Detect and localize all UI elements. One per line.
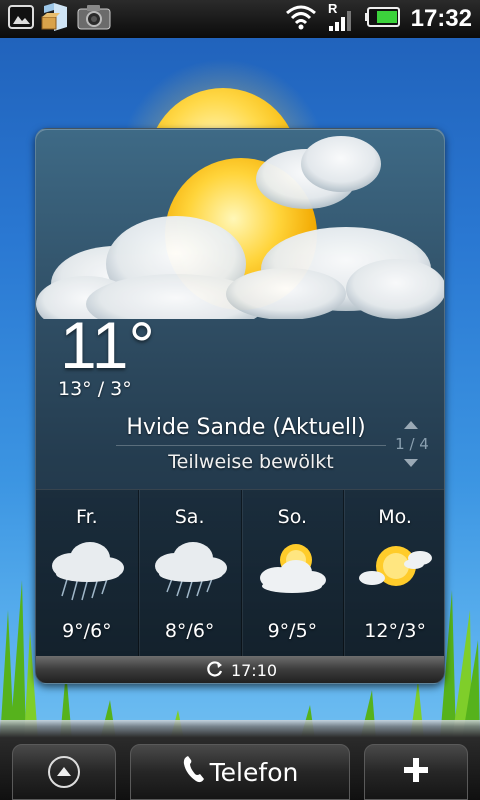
forecast-row: Fr. 9°/6° Sa. 8°/6° So. 9°/5° Mo. 12°/3° [36,489,444,657]
forecast-day-temp: 8°/6° [164,620,215,642]
camera-notification-icon [76,2,112,36]
current-temperature: 11° [60,308,155,382]
forecast-day: Fr. 9°/6° [36,490,139,657]
forecast-day-name: Sa. [174,506,205,528]
plus-icon [402,756,430,788]
sun-cloud-icon [359,546,433,586]
forecast-day: So. 9°/5° [242,490,345,657]
location-name[interactable]: Hvide Sande (Aktuell) [116,415,376,440]
forecast-day: Mo. 12°/3° [344,490,444,657]
refresh-icon[interactable] [205,659,225,683]
phone-button[interactable]: Telefon [130,744,350,800]
weather-widget[interactable]: 11° 13° / 3° Hvide Sande (Aktuell) Teilw… [35,128,445,684]
add-button[interactable] [364,744,468,800]
location-pager[interactable]: 1 / 4 [388,421,436,467]
package-notification-icon [40,1,70,37]
rain-cloud-icon [154,542,227,599]
chevron-down-icon[interactable] [404,459,418,467]
chevron-up-icon [48,756,80,788]
last-update-time: 17:10 [230,661,278,680]
refresh-bar[interactable]: 17:10 [36,656,444,683]
forecast-day-name: Fr. [76,506,98,528]
roaming-indicator: R [328,2,338,16]
high-low-temperature: 13° / 3° [58,378,132,400]
phone-icon [182,754,206,790]
phone-button-label: Telefon [209,757,299,787]
forecast-day-name: So. [277,506,308,528]
rain-cloud-icon [52,542,124,601]
page-indicator: 1 / 4 [395,435,429,453]
divider [116,445,386,446]
all-apps-button[interactable] [12,744,116,800]
forecast-day: Sa. 8°/6° [139,490,242,657]
dock: Telefon [0,720,480,800]
forecast-day-temp: 9°/5° [267,620,318,642]
partly-cloudy-icon [259,544,326,593]
forecast-day-temp: 12°/3° [364,620,426,642]
partly-cloudy-icon [36,136,444,319]
wifi-icon [285,4,317,34]
battery-icon [364,6,401,32]
status-bar[interactable]: R 17:32 [0,0,480,38]
clock: 17:32 [410,5,472,32]
gallery-notification-icon [8,4,34,34]
chevron-up-icon[interactable] [404,421,418,429]
forecast-day-name: Mo. [378,506,412,528]
weather-condition: Teilweise bewölkt [168,451,334,473]
forecast-day-temp: 9°/6° [62,620,112,642]
signal-icon: R [327,1,355,36]
